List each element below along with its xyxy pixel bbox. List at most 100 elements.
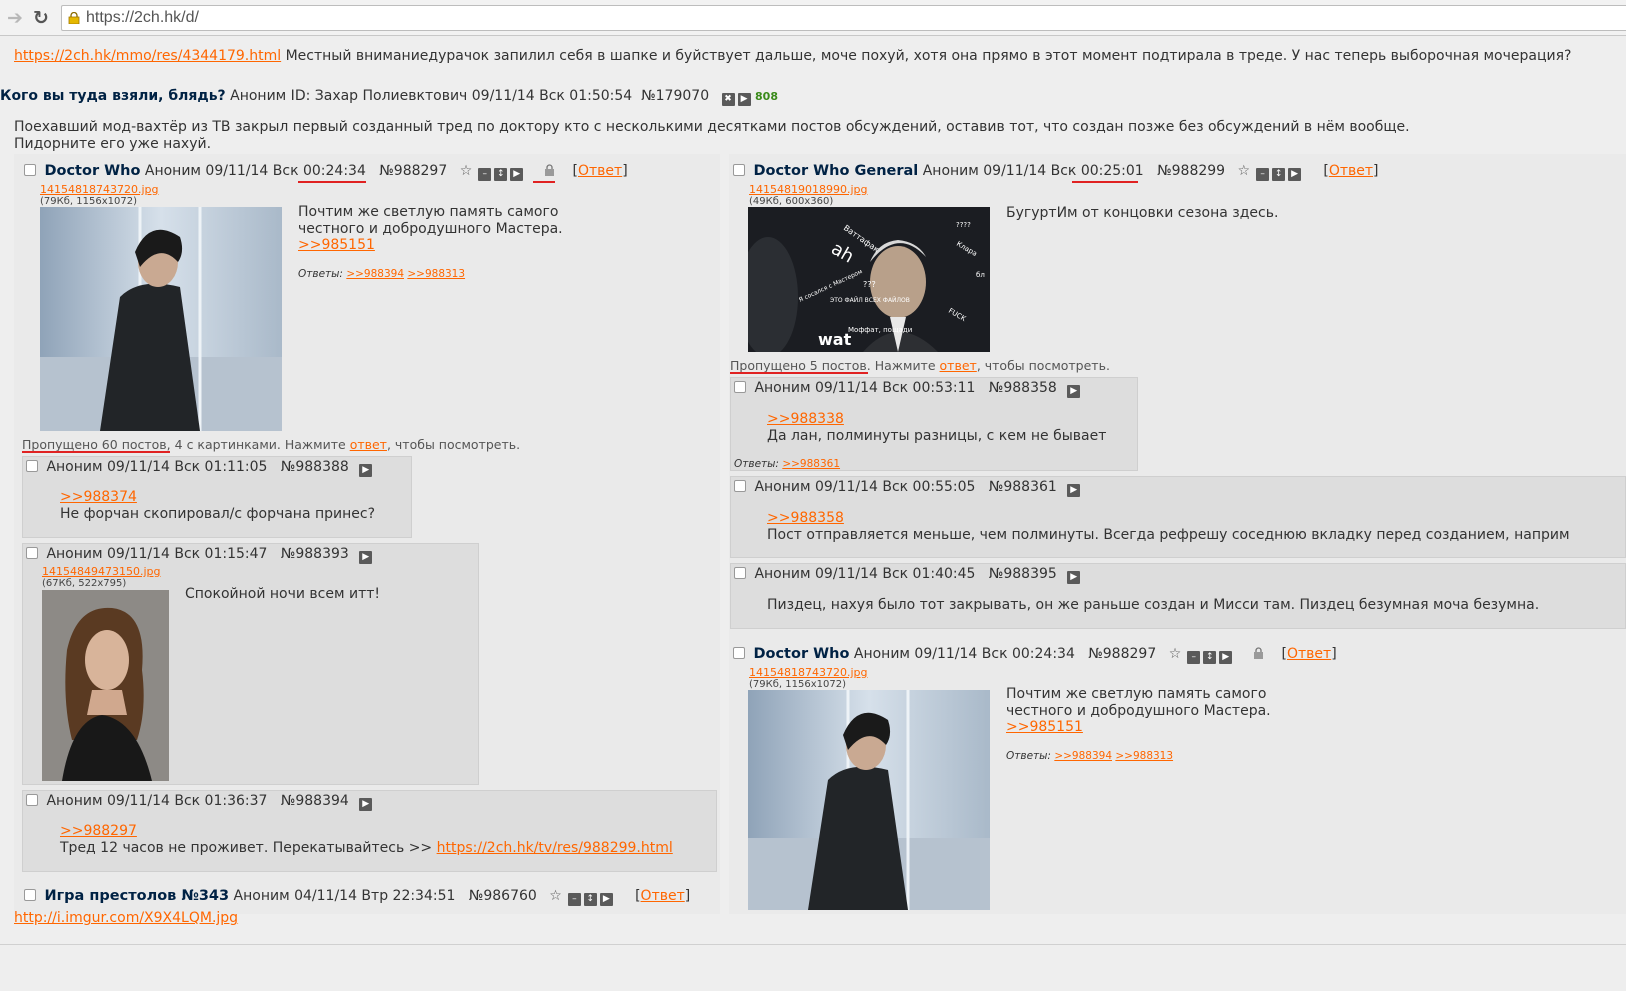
play-icon[interactable]: ▶ bbox=[359, 551, 373, 564]
message-text: Пиздец, нахуя было тот закрывать, он же … bbox=[767, 597, 1540, 613]
play-icon[interactable]: ▶ bbox=[1067, 385, 1081, 398]
external-link[interactable]: https://2ch.hk/tv/res/988299.html bbox=[437, 840, 673, 856]
post-message: >>988338 Да лан, полминуты разницы, с ке… bbox=[767, 411, 1106, 444]
post-num[interactable]: №986760 bbox=[469, 888, 537, 904]
file-name[interactable]: 14154819018990.jpg bbox=[749, 183, 868, 196]
file-name[interactable]: 14154818743720.jpg bbox=[40, 183, 159, 196]
post-meta: Аноним 09/11/14 Вск 01:15:47 bbox=[46, 546, 268, 562]
topline-link[interactable]: https://2ch.hk/mmo/res/4344179.html bbox=[14, 48, 281, 64]
post-num[interactable]: №988388 bbox=[281, 459, 349, 475]
post-num[interactable]: №988297 bbox=[379, 163, 447, 179]
play-icon[interactable]: ▶ bbox=[1067, 571, 1081, 584]
star-icon[interactable]: ☆ bbox=[1169, 646, 1182, 662]
hide-icon[interactable]: – bbox=[478, 168, 492, 181]
post-checkbox[interactable] bbox=[733, 164, 745, 176]
post-meta: Аноним 09/11/14 Вск 00:24:34 bbox=[853, 646, 1075, 662]
quote-link[interactable]: >>988374 bbox=[60, 489, 137, 505]
play-icon[interactable]: ▶ bbox=[1288, 168, 1302, 181]
post-checkbox[interactable] bbox=[733, 647, 745, 659]
reply-ref[interactable]: >>988394 bbox=[1054, 750, 1112, 762]
post-num[interactable]: №988361 bbox=[989, 479, 1057, 495]
reply-ref[interactable]: >>988313 bbox=[1115, 750, 1173, 762]
reply-header: Аноним 09/11/14 Вск 01:36:37 №988394 ▶ bbox=[26, 793, 373, 811]
quote-link[interactable]: >>985151 bbox=[1006, 719, 1083, 735]
message-line: Почтим же светлую память самого bbox=[298, 204, 559, 220]
reply-link[interactable]: Ответ bbox=[1287, 646, 1331, 662]
forward-arrow-icon[interactable]: ➔ bbox=[4, 7, 26, 29]
omitted-text-end: , чтобы посмотреть. bbox=[976, 358, 1110, 373]
portrait-thumbnail[interactable] bbox=[42, 590, 169, 781]
play-icon[interactable]: ▶ bbox=[359, 464, 373, 477]
star-icon[interactable]: ☆ bbox=[1238, 163, 1251, 179]
expand-icon[interactable]: ↕ bbox=[583, 893, 597, 906]
expand-thread-link[interactable]: ответ bbox=[940, 358, 977, 373]
url-text[interactable]: https://2ch.hk/d/ bbox=[86, 9, 199, 27]
missy-thumbnail[interactable] bbox=[40, 207, 282, 431]
replies-label: Ответы: bbox=[734, 458, 779, 470]
post-checkbox[interactable] bbox=[734, 381, 746, 393]
reply-link[interactable]: Ответ bbox=[641, 888, 685, 904]
post-meta: Аноним 09/11/14 Вск 01:36:37 bbox=[46, 793, 268, 809]
op-num[interactable]: №179070 bbox=[641, 88, 709, 104]
post-checkbox[interactable] bbox=[734, 567, 746, 579]
file-name[interactable]: 14154849473150.jpg bbox=[42, 565, 161, 578]
expand-icon[interactable]: ↕ bbox=[1272, 168, 1286, 181]
expand-thread-link[interactable]: ответ bbox=[350, 437, 387, 452]
file-info: (79Кб, 1156x1072) bbox=[749, 679, 846, 690]
lock-icon bbox=[1253, 647, 1263, 659]
post-checkbox[interactable] bbox=[24, 164, 36, 176]
play-icon[interactable]: ▶ bbox=[1067, 484, 1081, 497]
missy-thumbnail[interactable] bbox=[748, 690, 990, 910]
message-text: Да лан, полминуты разницы, с кем не быва… bbox=[767, 427, 1107, 444]
star-icon[interactable]: ☆ bbox=[460, 163, 473, 179]
expand-icon[interactable]: ↕ bbox=[494, 168, 508, 181]
post-num[interactable]: №988393 bbox=[281, 546, 349, 562]
play-icon[interactable]: ▶ bbox=[737, 93, 751, 106]
omitted-text-end: , чтобы посмотреть. bbox=[386, 437, 521, 452]
imgur-link[interactable]: http://i.imgur.com/X9X4LQM.jpg bbox=[14, 910, 238, 926]
reply-post: Аноним 09/11/14 Вск 01:11:05 №988388 ▶ >… bbox=[22, 456, 412, 538]
quote-link[interactable]: >>985151 bbox=[298, 237, 375, 253]
post-checkbox[interactable] bbox=[24, 889, 36, 901]
reply-link[interactable]: Ответ bbox=[1329, 163, 1373, 179]
play-icon[interactable]: ▶ bbox=[599, 893, 613, 906]
quote-link[interactable]: >>988338 bbox=[767, 411, 844, 427]
post-checkbox[interactable] bbox=[26, 794, 38, 806]
hide-icon[interactable]: – bbox=[1187, 651, 1201, 664]
replies-label: Ответы: bbox=[298, 268, 343, 280]
quote-link[interactable]: >>988297 bbox=[60, 823, 137, 839]
op-text-line1: Поехавший мод-вахтёр из ТВ закрыл первый… bbox=[14, 119, 1410, 135]
omitted-notice: Пропущено 60 постов, 4 с картинками. Наж… bbox=[22, 437, 520, 452]
post-num[interactable]: №988395 bbox=[989, 566, 1057, 582]
file-name[interactable]: 14154818743720.jpg bbox=[749, 666, 868, 679]
post-num[interactable]: №988299 bbox=[1157, 163, 1225, 179]
hide-icon[interactable]: – bbox=[1256, 168, 1270, 181]
post-checkbox[interactable] bbox=[26, 460, 38, 472]
time-underline bbox=[298, 181, 366, 183]
meme-word: Моффат, пощади bbox=[848, 326, 912, 334]
thread-header: Игра престолов №343 Аноним 04/11/14 Втр … bbox=[24, 888, 690, 906]
post-num[interactable]: №988297 bbox=[1088, 646, 1156, 662]
reply-ref[interactable]: >>988313 bbox=[407, 268, 465, 280]
replies-list: Ответы: >>988361 bbox=[734, 458, 840, 470]
play-icon[interactable]: ▶ bbox=[1219, 651, 1233, 664]
thread-subject: Doctor Who bbox=[44, 163, 141, 179]
post-checkbox[interactable] bbox=[734, 480, 746, 492]
reply-link[interactable]: Ответ bbox=[578, 163, 622, 179]
play-icon[interactable]: ▶ bbox=[359, 798, 373, 811]
meme-thumbnail[interactable]: ah Ваттафак Клара wat Моффат, пощади ЭТО… bbox=[748, 207, 990, 352]
hide-icon[interactable]: ✖ bbox=[721, 93, 735, 106]
post-checkbox[interactable] bbox=[26, 547, 38, 559]
post-meta: Аноним 09/11/14 Вск bbox=[922, 163, 1077, 179]
reply-ref[interactable]: >>988394 bbox=[346, 268, 404, 280]
post-num[interactable]: №988394 bbox=[281, 793, 349, 809]
star-icon[interactable]: ☆ bbox=[549, 888, 562, 904]
post-num[interactable]: №988358 bbox=[989, 380, 1057, 396]
expand-icon[interactable]: ↕ bbox=[1203, 651, 1217, 664]
hide-icon[interactable]: – bbox=[567, 893, 581, 906]
address-bar[interactable]: https://2ch.hk/d/ bbox=[61, 5, 1626, 31]
quote-link[interactable]: >>988358 bbox=[767, 510, 844, 526]
reload-icon[interactable]: ↻ bbox=[30, 7, 52, 29]
play-icon[interactable]: ▶ bbox=[510, 168, 524, 181]
reply-ref[interactable]: >>988361 bbox=[782, 458, 840, 470]
